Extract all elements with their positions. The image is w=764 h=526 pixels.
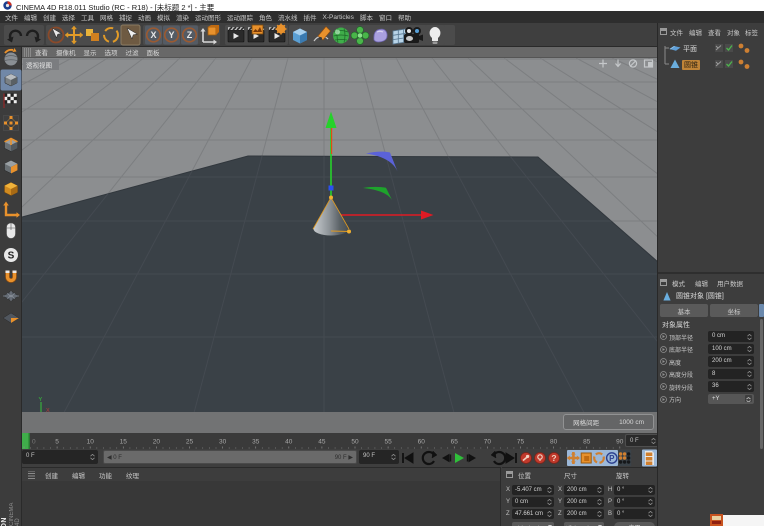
svg-text:80: 80 [550, 439, 558, 446]
svg-text:85: 85 [583, 439, 591, 446]
svg-text:25: 25 [186, 439, 194, 446]
svg-text:50: 50 [351, 439, 359, 446]
svg-text:10: 10 [87, 439, 95, 446]
svg-text:Z: Z [187, 30, 193, 40]
svg-text:55: 55 [384, 439, 392, 446]
svg-text:35: 35 [252, 439, 260, 446]
svg-text:90: 90 [616, 439, 624, 446]
svg-text:P: P [609, 454, 615, 463]
svg-text:40: 40 [285, 439, 293, 446]
svg-text:70: 70 [484, 439, 492, 446]
svg-text:S: S [8, 251, 15, 262]
svg-text:X: X [150, 30, 156, 40]
svg-text:15: 15 [120, 439, 128, 446]
svg-text:45: 45 [318, 439, 326, 446]
svg-text:75: 75 [517, 439, 525, 446]
svg-text:5: 5 [55, 439, 59, 446]
svg-text:?: ? [551, 453, 556, 463]
svg-text:60: 60 [418, 439, 426, 446]
svg-text:0: 0 [32, 439, 36, 446]
svg-text:Y: Y [168, 30, 174, 40]
svg-text:65: 65 [451, 439, 459, 446]
svg-text:20: 20 [153, 439, 161, 446]
svg-text:30: 30 [219, 439, 227, 446]
svg-text:透视视图: 透视视图 [26, 61, 52, 70]
